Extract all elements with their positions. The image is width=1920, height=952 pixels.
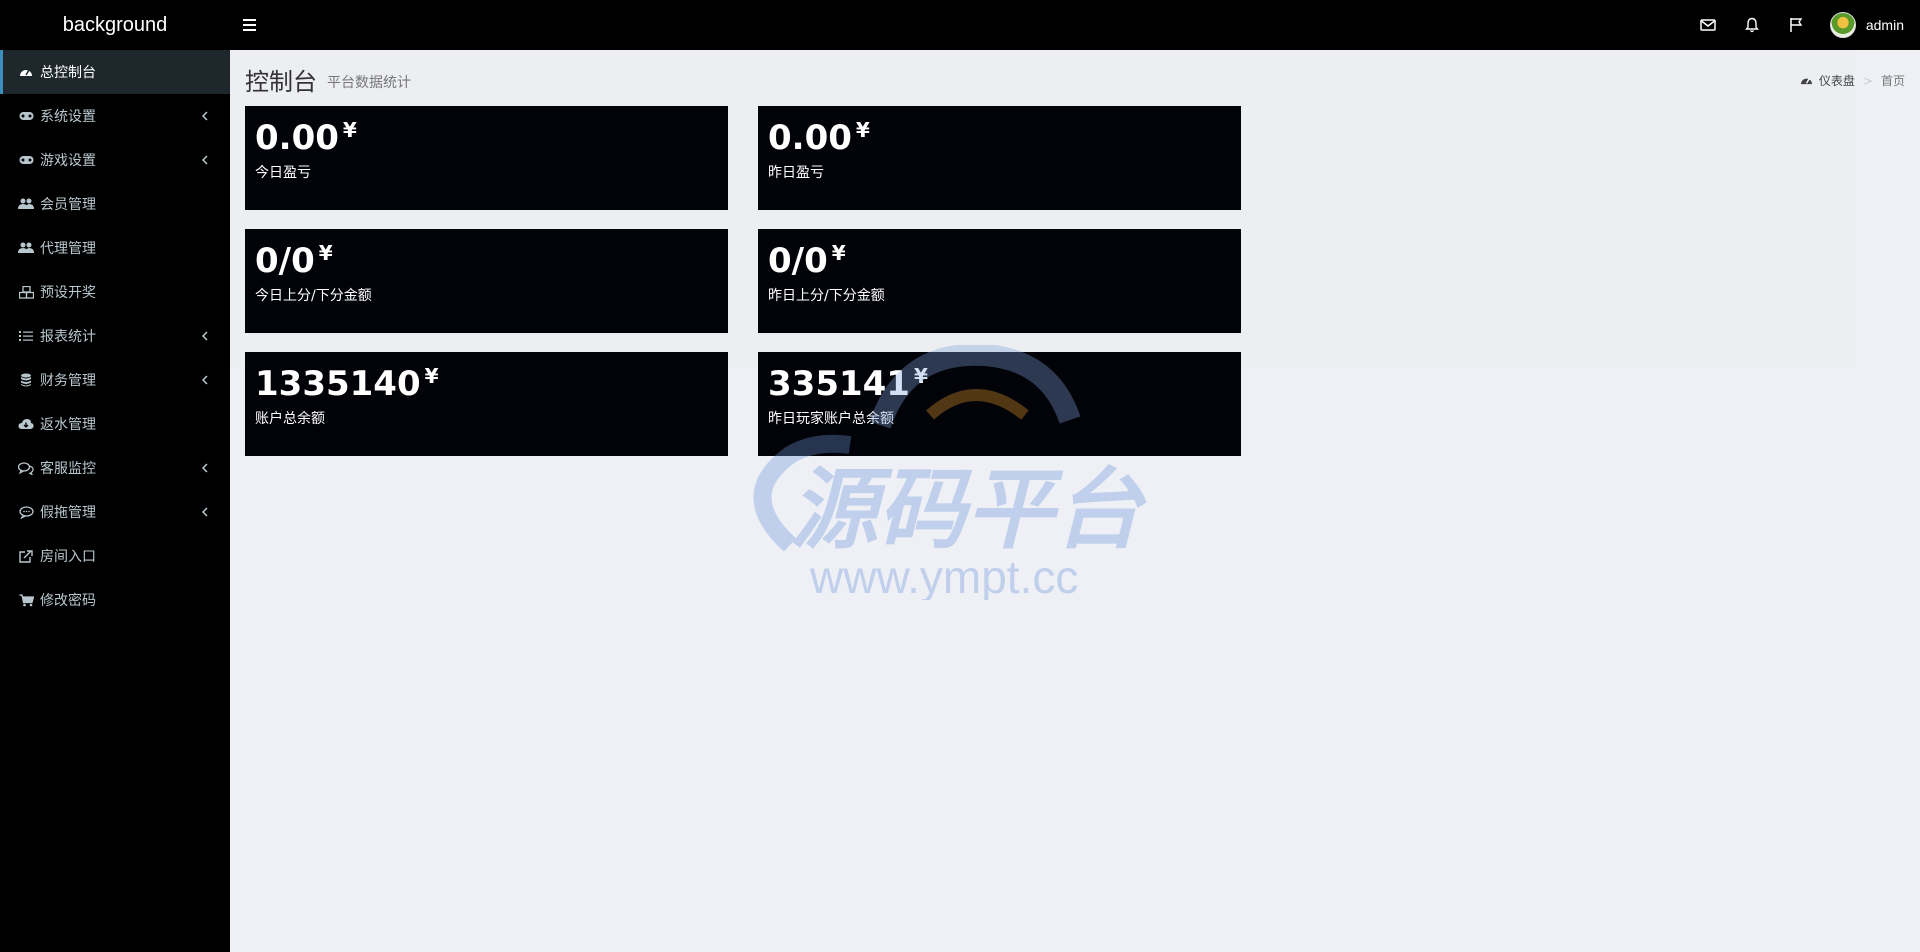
sidebar-item-label: 房间入口 (40, 549, 96, 565)
stat-value: 335141 (768, 364, 910, 404)
dashboard-icon (1800, 78, 1812, 85)
breadcrumb: 仪表盘 > 首页 (1800, 72, 1905, 89)
comments-icon (18, 460, 34, 476)
sidebar-item-label: 财务管理 (40, 373, 96, 389)
sidebar-item-game-settings[interactable]: 游戏设置 (0, 138, 230, 182)
content-header: 控制台 平台数据统计 仪表盘 > 首页 (230, 50, 1920, 100)
sidebar-item-fake-players[interactable]: 假拖管理 (0, 490, 230, 534)
database-icon (18, 372, 34, 388)
stat-value-row: 0.00 ¥ (768, 116, 1231, 160)
dashboard-icon (18, 64, 34, 80)
stat-value-row: 0/0 ¥ (768, 239, 1231, 283)
stat-card-yesterday-player-balance: 335141 ¥ 昨日玩家账户总余额 (758, 352, 1241, 456)
sidebar-item-reports[interactable]: 报表统计 (0, 314, 230, 358)
gamepad-icon (18, 152, 34, 168)
breadcrumb-separator: > (1862, 73, 1873, 88)
stat-unit: ¥ (831, 241, 846, 265)
stat-label: 昨日上分/下分金额 (768, 288, 885, 304)
stat-unit: ¥ (913, 364, 928, 388)
stat-card-today-deposit-withdraw: 0/0 ¥ 今日上分/下分金额 (245, 229, 728, 333)
chevron-left-icon (201, 463, 208, 473)
stat-value: 0.00 (768, 118, 852, 158)
chevron-left-icon (201, 375, 208, 385)
sidebar-item-change-password[interactable]: 修改密码 (0, 578, 230, 622)
chevron-left-icon (201, 111, 208, 121)
stat-label: 今日盈亏 (255, 165, 311, 181)
stat-unit: ¥ (318, 241, 333, 265)
stat-card-yesterday-deposit-withdraw: 0/0 ¥ 昨日上分/下分金额 (758, 229, 1241, 333)
page-title: 控制台 (245, 68, 317, 96)
gamepad-icon (18, 108, 34, 124)
stat-value: 0/0 (255, 241, 315, 281)
chevron-left-icon (201, 155, 208, 165)
stat-label: 昨日玩家账户总余额 (768, 411, 894, 427)
stat-card-today-profit: 0.00 ¥ 今日盈亏 (245, 106, 728, 210)
sidebar-item-members[interactable]: 会员管理 (0, 182, 230, 226)
stat-value: 0.00 (255, 118, 339, 158)
sidebar-item-label: 客服监控 (40, 461, 96, 477)
sidebar-item-label: 返水管理 (40, 417, 96, 433)
sidebar-item-finance[interactable]: 财务管理 (0, 358, 230, 402)
list-icon (18, 328, 34, 344)
user-menu[interactable]: admin (1818, 0, 1920, 50)
sidebar-item-system-settings[interactable]: 系统设置 (0, 94, 230, 138)
users-icon (18, 240, 34, 256)
stat-value-row: 0/0 ¥ (255, 239, 718, 283)
sidebar-item-cs-monitor[interactable]: 客服监控 (0, 446, 230, 490)
stat-unit: ¥ (855, 118, 870, 142)
sidebar-item-label: 游戏设置 (40, 153, 96, 169)
stat-value-row: 1335140 ¥ (255, 362, 718, 406)
sidebar-item-dashboard[interactable]: 总控制台 (0, 50, 230, 94)
bell-icon[interactable] (1730, 0, 1774, 50)
stat-value: 0/0 (768, 241, 828, 281)
cubes-icon (18, 284, 34, 300)
navbar-right: admin (1686, 0, 1920, 50)
cart-icon (18, 592, 34, 608)
watermark-url: www.ympt.cc (809, 551, 1078, 600)
breadcrumb-home[interactable]: 仪表盘 (1819, 72, 1855, 89)
stat-card-yesterday-profit: 0.00 ¥ 昨日盈亏 (758, 106, 1241, 210)
sidebar-item-label: 修改密码 (40, 593, 96, 609)
chevron-left-icon (201, 331, 208, 341)
flag-icon[interactable] (1774, 0, 1818, 50)
username: admin (1865, 17, 1904, 33)
breadcrumb-current: 首页 (1880, 74, 1905, 88)
users-icon (18, 196, 34, 212)
stat-value-row: 335141 ¥ (768, 362, 1231, 406)
page-subtitle: 平台数据统计 (327, 75, 411, 91)
avatar (1829, 12, 1856, 38)
sidebar-item-label: 总控制台 (40, 65, 96, 81)
sidebar-item-label: 系统设置 (40, 109, 96, 125)
stat-label: 今日上分/下分金额 (255, 288, 372, 304)
sidebar-item-rebate[interactable]: 返水管理 (0, 402, 230, 446)
external-link-icon (18, 548, 34, 564)
stat-unit: ¥ (424, 364, 439, 388)
stat-label: 昨日盈亏 (768, 165, 824, 181)
stat-value: 1335140 (255, 364, 421, 404)
chevron-left-icon (201, 507, 208, 517)
comment-icon (18, 504, 34, 520)
stat-card-total-balance: 1335140 ¥ 账户总余额 (245, 352, 728, 456)
sidebar-item-label: 预设开奖 (40, 285, 96, 301)
stat-unit: ¥ (342, 118, 357, 142)
menu-toggle-icon[interactable] (243, 14, 259, 36)
sidebar-item-label: 报表统计 (40, 329, 96, 345)
stat-value-row: 0.00 ¥ (255, 116, 718, 160)
watermark-text: 源码平台 (790, 458, 1147, 561)
cloud-download-icon (18, 416, 34, 432)
sidebar-item-label: 假拖管理 (40, 505, 96, 521)
sidebar: 总控制台 系统设置 游戏设置 会员管理 代理管理 预设开奖 报表统计 财务管理 … (0, 50, 230, 952)
sidebar-item-label: 会员管理 (40, 197, 96, 213)
sidebar-item-preset-draw[interactable]: 预设开奖 (0, 270, 230, 314)
sidebar-item-agents[interactable]: 代理管理 (0, 226, 230, 270)
logo[interactable]: background (0, 0, 230, 50)
sidebar-item-room-entry[interactable]: 房间入口 (0, 534, 230, 578)
stat-label: 账户总余额 (255, 411, 325, 427)
top-navbar: background admin (0, 0, 1920, 50)
sidebar-item-label: 代理管理 (40, 241, 96, 257)
envelope-icon[interactable] (1686, 0, 1730, 50)
